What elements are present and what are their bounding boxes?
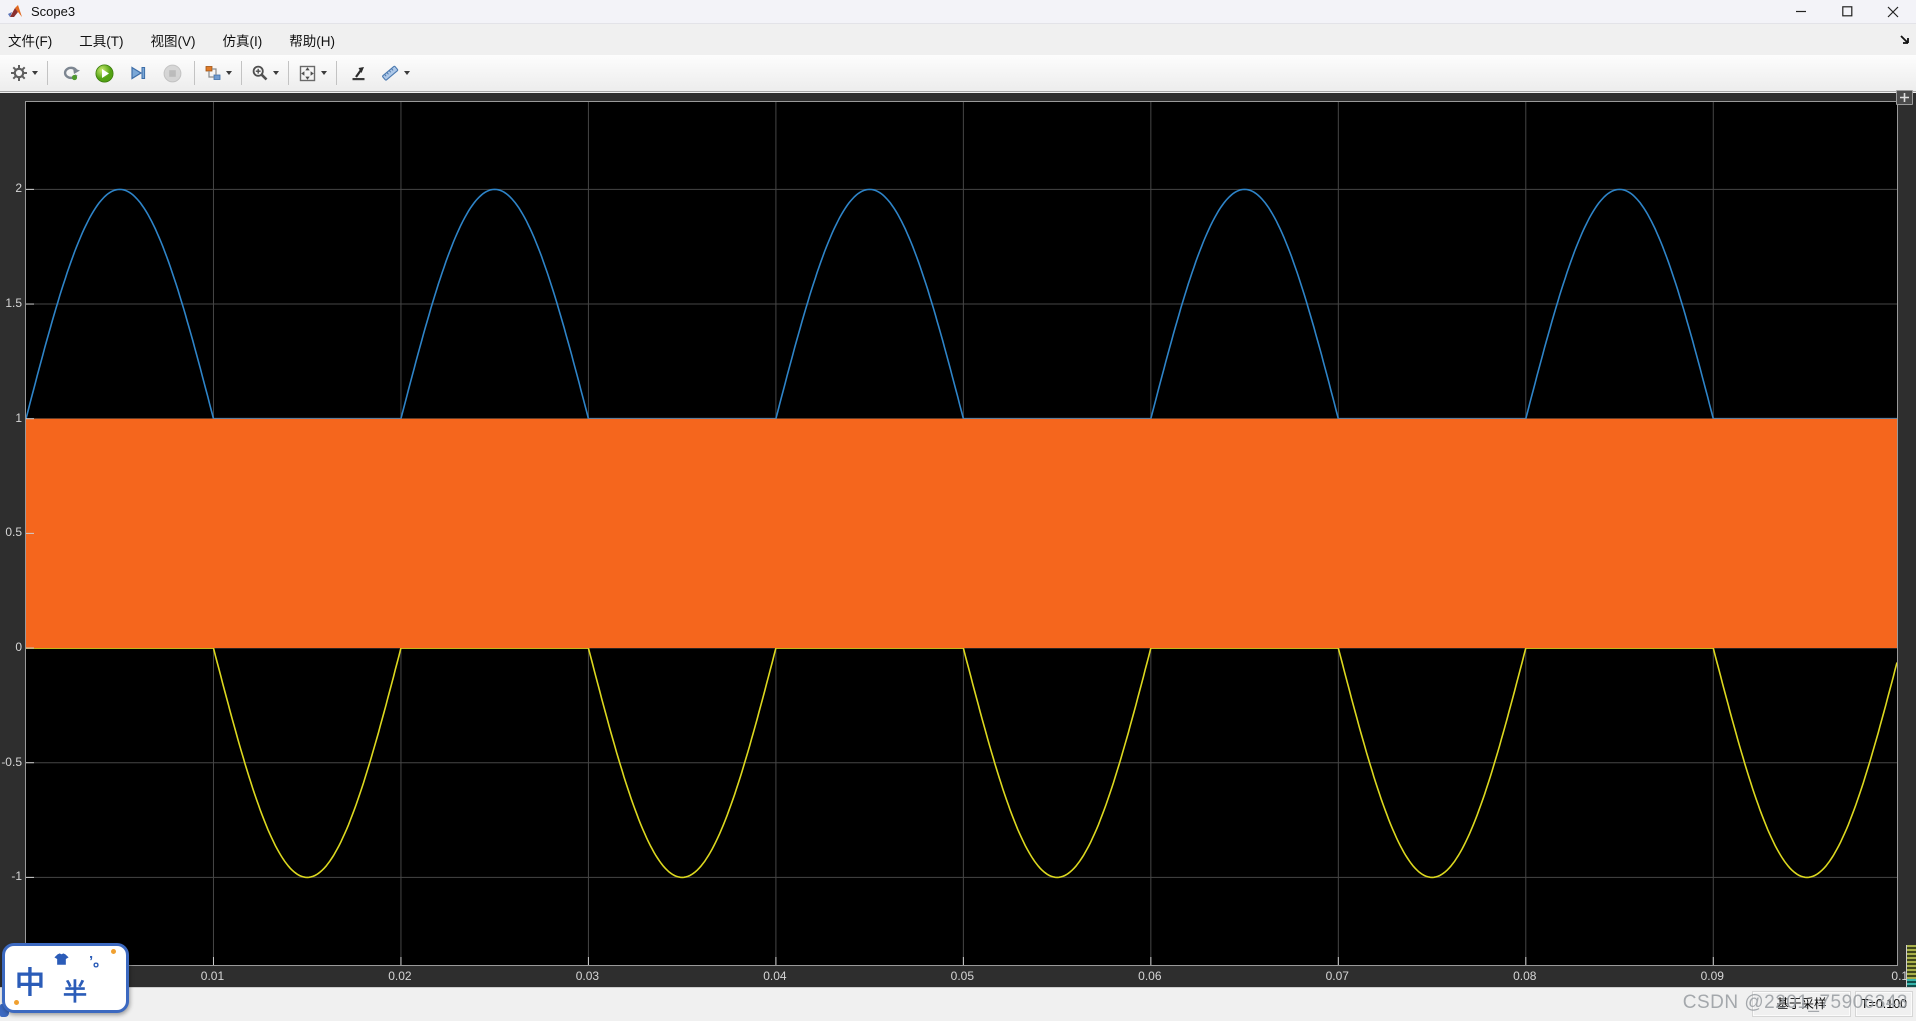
x-tick-label: 0.09: [1700, 969, 1724, 983]
y-tick-label: 2: [15, 181, 22, 196]
expand-plus-icon: [1900, 93, 1909, 102]
play-icon: [94, 63, 114, 83]
run-button[interactable]: [88, 59, 120, 87]
status-badge-time: T=0.100: [1856, 992, 1912, 1016]
minimize-button[interactable]: [1778, 0, 1824, 23]
ime-status-panel[interactable]: 中 ’。 半: [2, 943, 129, 1013]
fit-to-view-button[interactable]: [295, 59, 330, 87]
toolbar-separator: [336, 61, 337, 85]
axes-expand-button[interactable]: [1896, 90, 1913, 105]
series-high-frequency-switching-signal: [26, 418, 1897, 649]
trigger-icon: [352, 67, 365, 81]
menu-item-view[interactable]: 视图(V): [141, 26, 206, 54]
stop-icon: [163, 64, 181, 82]
dropdown-caret-icon: [273, 71, 279, 75]
menu-item-simulation[interactable]: 仿真(I): [213, 26, 273, 54]
y-tick-label: -0.5: [1, 754, 22, 769]
status-bar: 基于采样 T=0.100 CSDN @2201_75906343: [0, 987, 1916, 1021]
toolbar-separator: [194, 61, 195, 85]
measurements-button[interactable]: [377, 59, 413, 87]
x-tick-label: 0.08: [1513, 969, 1537, 983]
maximize-icon: [1841, 6, 1852, 17]
close-button[interactable]: [1870, 0, 1916, 23]
toolbar-separator: [241, 61, 242, 85]
maximize-button[interactable]: [1824, 0, 1870, 23]
goto-model-icon: [63, 66, 80, 81]
ime-half-width-toggle[interactable]: 半: [63, 972, 87, 1007]
x-tick-label: 0.03: [575, 969, 600, 983]
y-tick-label: 1.5: [5, 296, 22, 311]
menu-item-help[interactable]: 帮助(H): [279, 26, 345, 54]
ime-punctuation-toggle[interactable]: ’。: [89, 950, 108, 971]
signal-selector-icon: [205, 66, 221, 80]
plot-region[interactable]: [25, 101, 1898, 966]
x-tick-label: 0.01: [200, 969, 225, 983]
zoom-in-icon: [252, 65, 268, 81]
matlab-logo-icon: [8, 4, 22, 17]
gear-icon: [11, 65, 27, 81]
toolbar-separator: [288, 61, 289, 85]
window-title: Scope3: [31, 4, 76, 19]
y-tick-label: 0: [15, 640, 22, 655]
ime-skin-shirt-icon[interactable]: [53, 953, 70, 966]
ime-dot: [111, 949, 116, 954]
goto-model-button[interactable]: [54, 59, 86, 87]
zoom-in-button[interactable]: [248, 59, 282, 87]
plot-canvas: [26, 102, 1897, 965]
step-forward-icon: [131, 66, 146, 80]
toolbar: [0, 55, 1916, 92]
dropdown-caret-icon: [226, 71, 232, 75]
measurements-ruler-icon: [382, 65, 399, 81]
signal-selector-button[interactable]: [201, 59, 235, 87]
dropdown-caret-icon: [32, 71, 38, 75]
x-tick-label: 0.02: [388, 969, 412, 983]
minimize-icon: [1795, 10, 1806, 13]
step-forward-button[interactable]: [122, 59, 154, 87]
dropdown-caret-icon: [321, 71, 327, 75]
toolbar-separator: [47, 61, 48, 85]
x-tick-label: 0.04: [763, 969, 787, 983]
status-badge-sample-mode: 基于采样: [1753, 992, 1850, 1016]
x-axis-labels: 0.01 0.02 0.03 0.04 0.05 0.06 0.07 0.08 0.09 0.1: [0, 965, 1916, 989]
y-tick-label: 0.5: [5, 525, 22, 540]
close-icon: [1887, 6, 1899, 17]
y-tick-label: 1: [15, 410, 22, 425]
menu-bar: 文件(F) 工具(T) 视图(V) 仿真(I) 帮助(H): [0, 24, 1916, 55]
menu-item-tools[interactable]: 工具(T): [69, 26, 133, 54]
x-tick-label: 0.06: [1138, 969, 1162, 983]
scope-content: 2 1.5 1 0.5 0 -0.5 -1 0.01 0.02 0.03 0.04 0.05 0.06…: [0, 90, 1916, 1021]
title-bar: Scope3: [0, 0, 1916, 24]
menu-item-file[interactable]: 文件(F): [0, 26, 62, 54]
x-tick-label: 0.05: [950, 969, 975, 983]
ime-chinese-mode-toggle[interactable]: 中: [15, 958, 45, 1002]
x-tick-label: 0.07: [1325, 969, 1349, 983]
stop-button[interactable]: [156, 59, 188, 87]
menu-overflow-arrow-icon[interactable]: [1899, 33, 1911, 45]
configuration-button[interactable]: [7, 59, 41, 87]
dropdown-caret-icon: [404, 71, 410, 75]
trigger-button[interactable]: [343, 59, 375, 87]
fit-to-view-icon: [299, 65, 316, 81]
y-tick-label: -1: [11, 869, 22, 884]
